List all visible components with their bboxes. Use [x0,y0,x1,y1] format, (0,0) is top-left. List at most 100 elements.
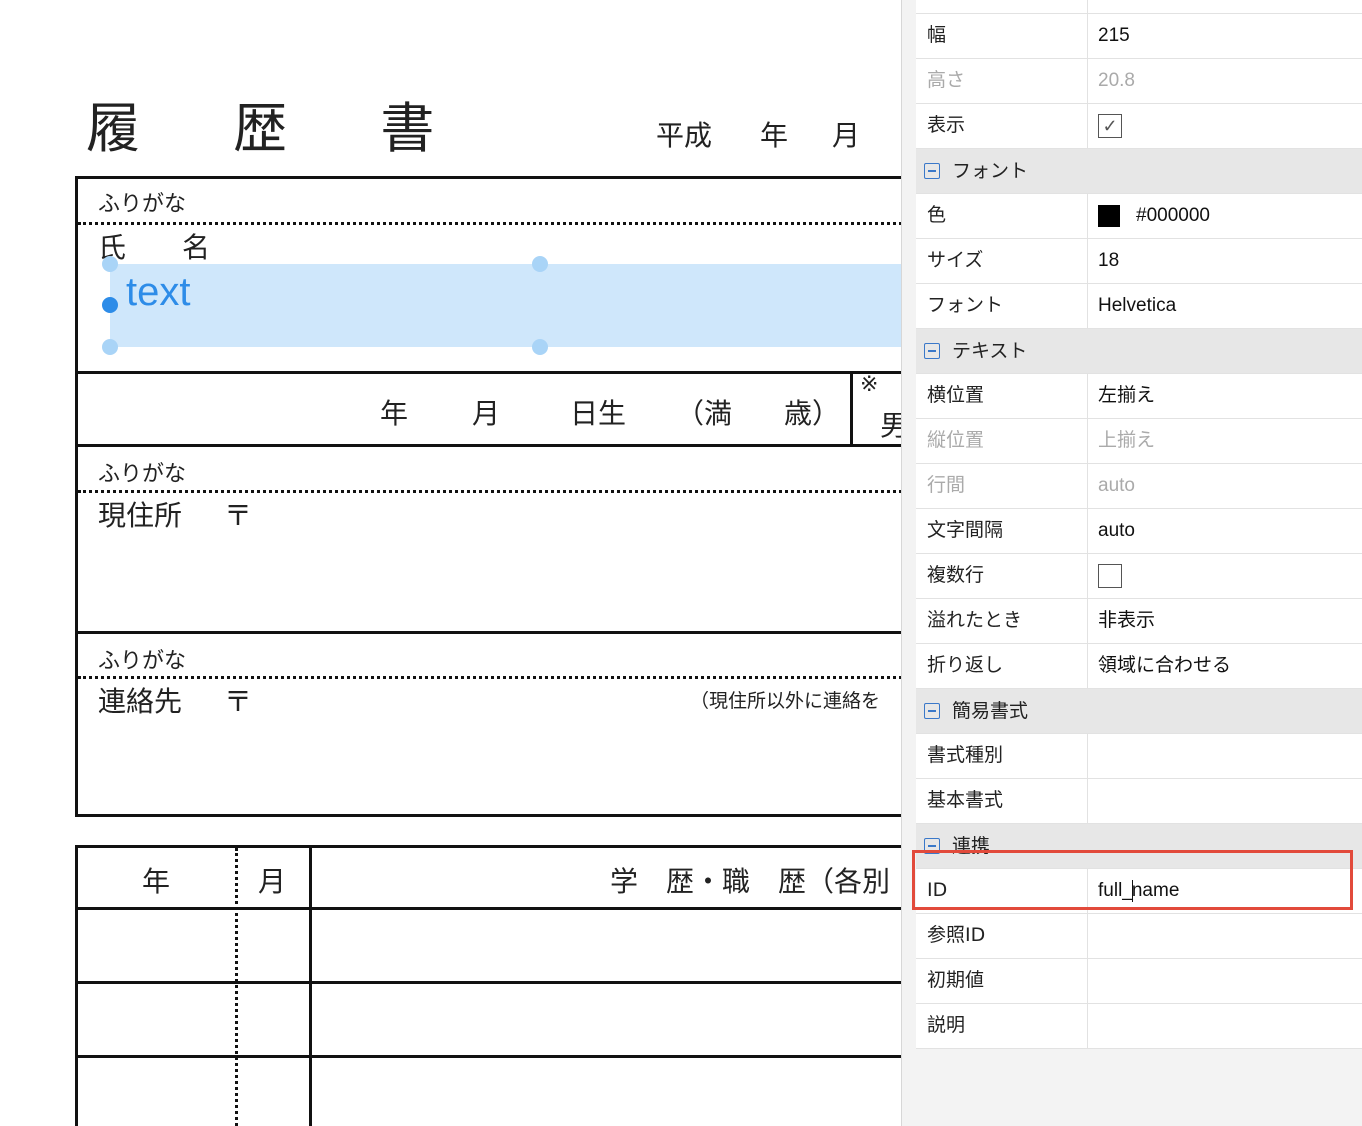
property-row-color[interactable]: 色 #000000 [916,194,1362,239]
visible-checkbox[interactable]: ✓ [1098,113,1122,138]
property-row-multiline[interactable]: 複数行 [916,554,1362,599]
letter-spacing-input[interactable]: auto [1088,509,1362,553]
description-input[interactable] [1088,1004,1362,1048]
address-furigana-divider [78,490,901,493]
furigana-label-name: ふりがな [98,192,187,217]
property-key: 横位置 [916,374,1088,418]
section-title: フォント [952,160,1029,182]
height-value: 20.8 [1088,59,1362,103]
resize-handle-top-center[interactable] [532,256,548,272]
property-row-description[interactable]: 説明 [916,1004,1362,1049]
furigana-label-contact: ふりがな [98,649,187,674]
id-input[interactable]: full_name [1088,869,1362,913]
property-row-format-type[interactable]: 書式種別 [916,734,1362,779]
property-row-font[interactable]: フォント Helvetica [916,284,1362,329]
property-key: 幅 [916,14,1088,58]
section-title: 連携 [952,835,991,857]
history-row-line-1 [75,981,901,984]
age-close-label: 歳） [784,397,841,430]
property-row-overflow[interactable]: 溢れたとき 非表示 [916,599,1362,644]
contact-note: （現住所以外に連絡を [690,690,881,712]
base-format-input[interactable] [1088,779,1362,823]
format-type-select[interactable] [1088,734,1362,778]
section-text[interactable]: テキスト [916,329,1362,374]
property-row-letter-spacing[interactable]: 文字間隔 auto [916,509,1362,554]
section-title: テキスト [952,340,1028,362]
address-top-line [75,444,901,447]
multiline-checkbox[interactable] [1098,563,1122,588]
property-key: 表示 [916,104,1088,148]
font-size-input[interactable]: 18 [1088,239,1362,283]
resize-handle-top-left[interactable] [102,256,118,272]
section-simple-format[interactable]: 簡易書式 [916,689,1362,734]
birth-day-label: 日生 [570,397,627,430]
property-row-base-format[interactable]: 基本書式 [916,779,1362,824]
property-key: ID [916,869,1088,913]
section-link[interactable]: 連携 [916,824,1362,869]
history-year-header: 年 [142,865,171,898]
property-key: 行間 [916,464,1088,508]
age-open-label: （満 [676,397,733,430]
date-year: 年 [760,119,789,152]
property-row-size[interactable]: サイズ 18 [916,239,1362,284]
address-postal-mark: 〒 [224,499,253,532]
property-key: サイズ [916,239,1088,283]
history-header-bottom-line [75,907,901,910]
history-left-line [75,845,78,1126]
collapse-icon[interactable] [924,163,940,179]
property-key: フォント [916,284,1088,328]
property-key: 色 [916,194,1088,238]
property-row-initial-value[interactable]: 初期値 [916,959,1362,1004]
collapse-icon[interactable] [924,343,940,359]
collapse-icon[interactable] [924,703,940,719]
property-key: 溢れたとき [916,599,1088,643]
resume-title: 履 歴 書 [86,97,473,160]
line-height-value: auto [1088,464,1362,508]
ref-id-input[interactable] [1088,914,1362,958]
section-font[interactable]: フォント [916,149,1362,194]
property-row-visible[interactable]: 表示 ✓ [916,104,1362,149]
furigana-divider [78,222,901,225]
contact-furigana-divider [78,676,901,679]
gender-divider [850,371,853,445]
font-select[interactable]: Helvetica [1088,284,1362,328]
color-value[interactable]: #000000 [1136,205,1210,226]
property-row-wrap[interactable]: 折り返し 領域に合わせる [916,644,1362,689]
gender-label-partial: 男 [880,409,901,442]
contact-top-line [75,631,901,634]
property-row-ref-id[interactable]: 参照ID [916,914,1362,959]
property-row-clipped [916,0,1362,14]
id-text-before-caret: full_ [1098,880,1133,901]
contact-bottom-line [75,814,901,817]
selected-field-text: text [126,270,191,314]
property-row-h-align[interactable]: 横位置 左揃え [916,374,1362,419]
property-row-width[interactable]: 幅 215 [916,14,1362,59]
width-input[interactable]: 215 [1088,14,1362,58]
resize-handle-bottom-left[interactable] [102,339,118,355]
color-swatch[interactable] [1098,204,1120,227]
property-row-id[interactable]: ID full_name [916,869,1362,914]
collapse-icon[interactable] [924,838,940,854]
wrap-select[interactable]: 領域に合わせる [1088,644,1362,688]
property-key: 初期値 [916,959,1088,1003]
frame-top-line [75,176,901,179]
initial-value-input[interactable] [1088,959,1362,1003]
history-detail-divider [309,845,312,1126]
gender-note-mark: ※ [860,372,879,397]
date-era: 平成 [656,119,713,152]
property-key: 文字間隔 [916,509,1088,553]
date-month: 月 [832,119,861,152]
resize-handle-middle-left[interactable] [102,297,118,313]
resize-handle-bottom-center[interactable] [532,339,548,355]
birth-row-top-line [75,371,901,374]
property-key: 基本書式 [916,779,1088,823]
form-canvas[interactable]: 履 歴 書 平成 年 月 ふりがな 氏 名 text 年 月 日生 （満 歳） … [0,0,901,1126]
birth-month-label: 月 [472,397,501,430]
h-align-select[interactable]: 左揃え [1088,374,1362,418]
selected-text-field[interactable] [110,264,901,347]
overflow-select[interactable]: 非表示 [1088,599,1362,643]
furigana-label-address: ふりがな [98,462,187,487]
property-key: 複数行 [916,554,1088,598]
section-title: 簡易書式 [952,700,1029,722]
id-text-after-caret: name [1131,880,1180,901]
